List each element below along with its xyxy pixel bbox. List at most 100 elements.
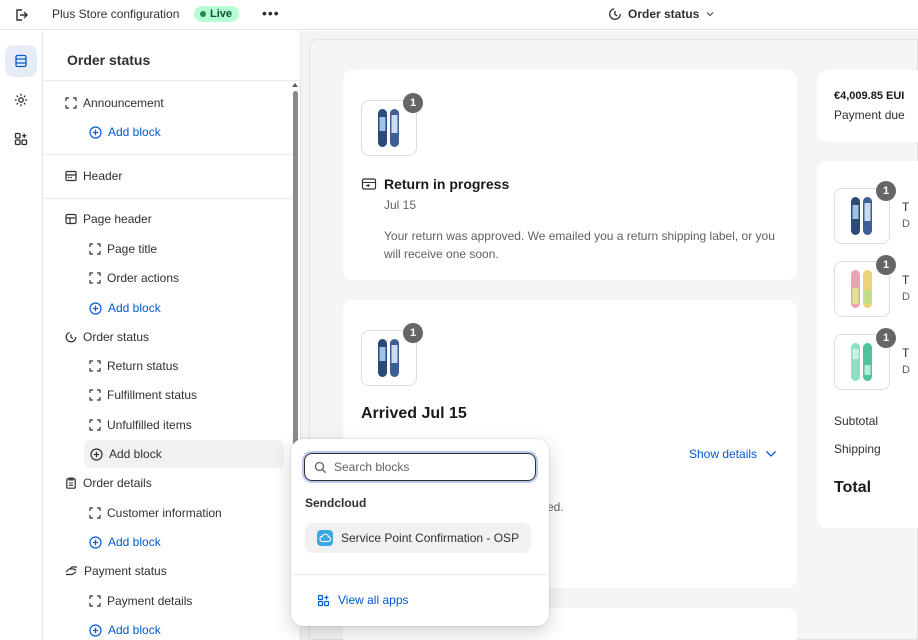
section-order-status[interactable]: Order status [65,324,149,350]
order-status-icon [608,7,622,21]
section-payment-status[interactable]: Payment status [65,558,167,584]
block-customer-information[interactable]: Customer information [89,500,222,526]
block-order-actions[interactable]: Order actions [89,265,179,291]
show-details-label: Show details [689,447,758,461]
plus-circle-icon [89,301,102,315]
live-label: Live [210,8,233,20]
return-date: Jul 15 [384,198,417,212]
live-dot-icon [200,11,206,17]
scroll-up-arrow[interactable] [292,83,298,87]
block-icon [65,97,77,109]
quantity-badge: 1 [876,255,896,275]
block-label: Payment details [107,594,193,608]
clipboard-icon [65,477,77,489]
divider [43,154,295,155]
add-block-label: Add block [109,447,162,461]
quantity-badge: 1 [403,323,423,343]
payment-card: €4,009.85 EUI Payment due [817,70,918,142]
app-block-option[interactable]: Service Point Confirmation - OSP [305,523,531,553]
section-label: Payment status [84,564,167,578]
view-all-apps-label: View all apps [338,593,409,607]
apps-icon [317,594,330,607]
chevron-down-icon [705,9,715,19]
return-icon [361,177,377,191]
more-actions-button[interactable]: ••• [262,5,280,21]
store-name: Plus Store configuration [52,7,180,21]
block-icon [89,360,101,372]
return-card: 1 Return in progress Jul 15 Your return … [343,70,797,280]
add-block-button[interactable]: Add block [89,529,161,555]
order-status-icon [65,331,77,343]
page-selector-label: Order status [628,7,700,21]
header-icon [65,170,77,182]
return-title: Return in progress [384,176,510,192]
section-order-details[interactable]: Order details [65,470,152,496]
order-summary-card: 1 T D 1 T D 1 T D Subtotal Shipping Tota… [817,161,918,528]
section-page-header[interactable]: Page header [65,206,152,232]
block-icon [89,389,101,401]
sections-icon[interactable] [5,45,37,77]
plus-circle-icon [89,535,102,549]
divider [291,574,549,575]
item-title: T [902,273,910,287]
payment-due: Payment due [834,108,905,122]
app-block-label: Service Point Confirmation - OSP [341,531,520,545]
order-amount: €4,009.85 EUI [834,90,905,102]
block-label: Unfulfilled items [107,418,192,432]
left-rail [0,31,43,640]
quantity-badge: 1 [876,328,896,348]
add-block-popover: Sendcloud Service Point Confirmation - O… [291,439,549,626]
section-announcement[interactable]: Announcement [65,90,164,116]
block-return-status[interactable]: Return status [89,353,178,379]
section-header[interactable]: Header [65,163,122,189]
search-icon [314,461,327,474]
section-label: Announcement [83,96,164,110]
block-label: Return status [107,359,179,373]
search-input[interactable] [334,460,524,474]
show-details-link[interactable]: Show details [689,447,777,461]
add-block-button[interactable]: Add block [89,119,161,145]
plus-circle-icon [90,447,103,461]
item-title: T [902,346,910,360]
block-label: Page title [107,242,158,256]
arrived-message-partial: ed. [547,500,564,514]
gear-icon[interactable] [5,84,37,116]
add-block-label: Add block [108,125,161,139]
plus-circle-icon [89,125,102,139]
subtotal-label: Subtotal [834,414,879,428]
arrived-title: Arrived Jul 15 [361,405,467,422]
view-all-apps-link[interactable]: View all apps [317,593,409,607]
add-block-label: Add block [108,301,161,315]
item-subtitle: D [902,364,910,376]
item-subtitle: D [902,218,910,230]
quantity-badge: 1 [403,93,423,113]
quantity-badge: 1 [876,181,896,201]
sendcloud-app-icon [317,530,333,546]
search-field[interactable] [304,453,536,481]
add-block-button-active[interactable]: Add block [84,440,284,468]
add-block-label: Add block [108,623,161,637]
exit-icon[interactable] [13,7,29,23]
block-icon [89,272,101,284]
block-label: Fulfillment status [107,388,198,402]
block-page-title[interactable]: Page title [89,236,157,262]
add-block-button[interactable]: Add block [89,295,161,321]
scrollbar[interactable] [293,91,298,451]
cash-icon [65,565,78,577]
apps-icon[interactable] [5,123,37,155]
shipping-label: Shipping [834,442,881,456]
page-header-icon [65,213,77,225]
page-selector[interactable]: Order status [608,7,715,21]
divider [43,198,295,199]
block-payment-details[interactable]: Payment details [89,588,192,614]
section-label: Order details [83,476,152,490]
block-fulfillment-status[interactable]: Fulfillment status [89,382,197,408]
block-icon [89,419,101,431]
block-label: Order actions [107,271,180,285]
add-block-label: Add block [108,535,161,549]
block-unfulfilled-items[interactable]: Unfulfilled items [89,412,192,438]
block-icon [89,507,101,519]
return-message: Your return was approved. We emailed you… [384,229,775,261]
add-block-button[interactable]: Add block [89,617,161,640]
sections-sidebar: Order status Announcement Add block Head… [43,31,301,640]
